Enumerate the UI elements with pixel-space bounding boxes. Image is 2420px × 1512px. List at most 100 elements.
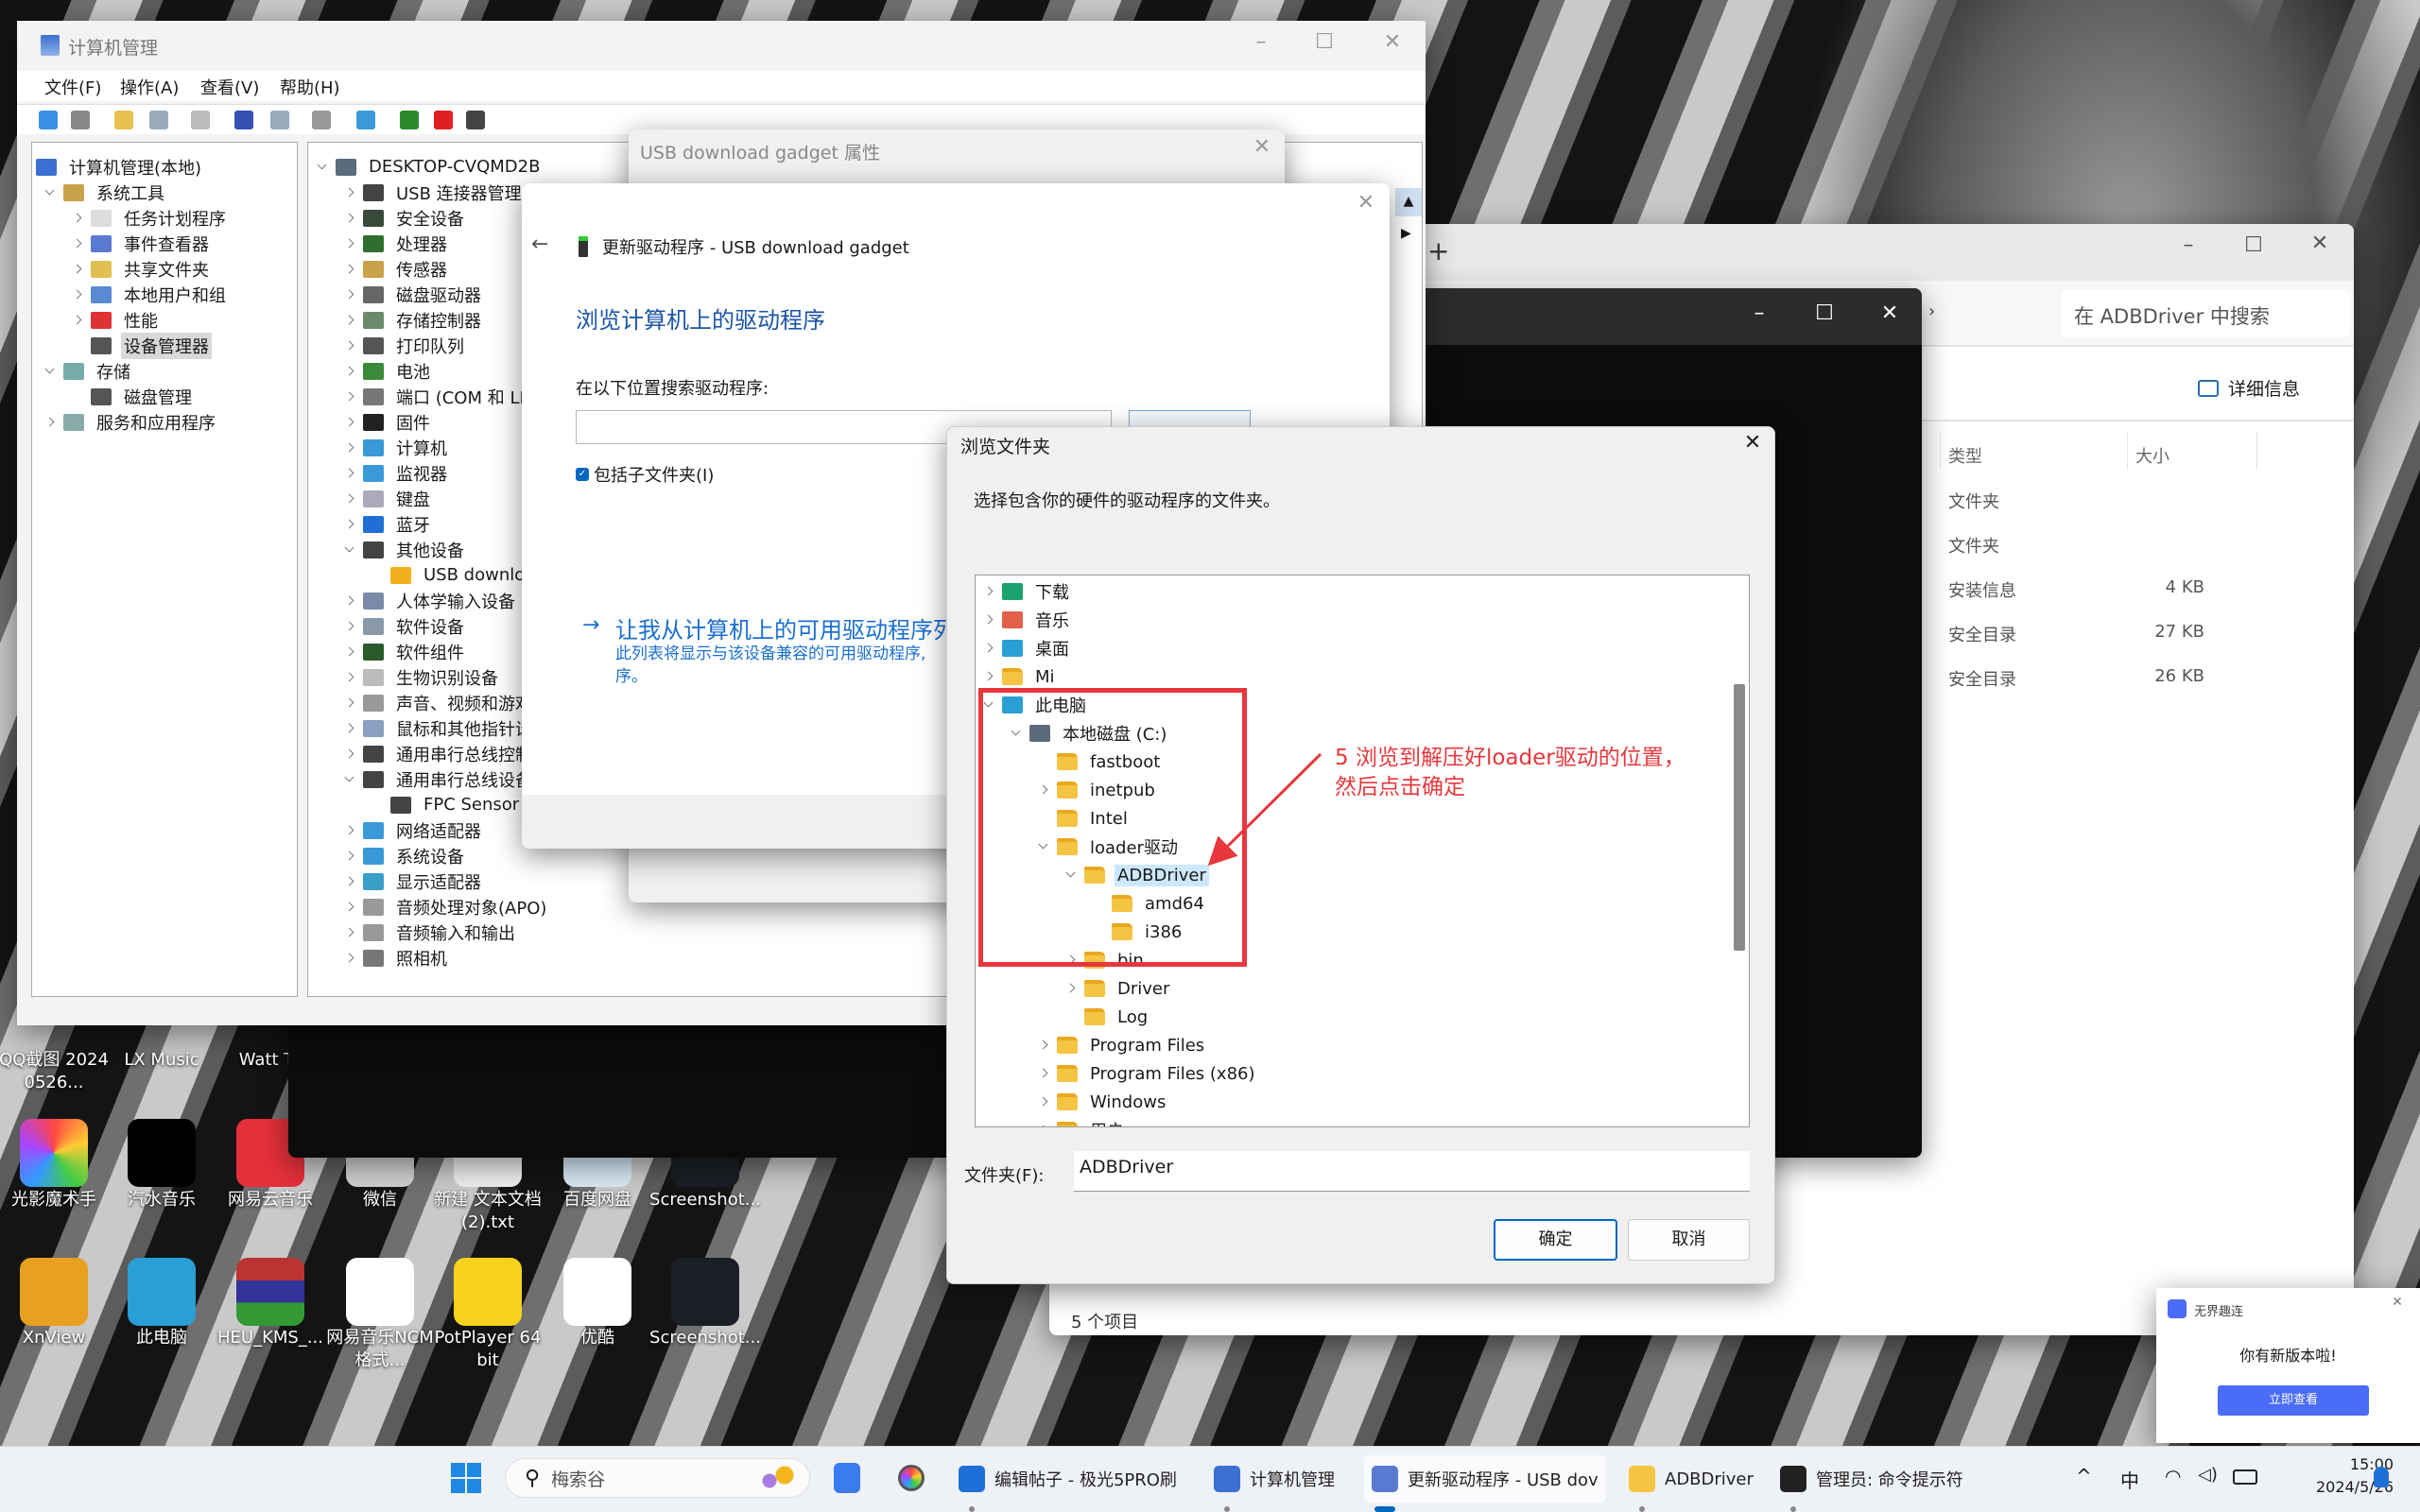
desktop-icon-label[interactable]: 百度网盘 [541,1189,654,1211]
chevron-right-icon[interactable] [68,234,87,253]
desktop-icon-label[interactable]: HEU_KMS_... [214,1327,327,1349]
desktop-icon-label[interactable]: 网易云音乐 [214,1189,327,1211]
chevron-down-icon[interactable] [340,541,359,559]
tray-overflow-icon[interactable]: ^ [2076,1465,2092,1487]
chevron-right-icon[interactable] [340,719,359,738]
desktop-icon-label[interactable]: LX Music [105,1049,218,1072]
chevron-right-icon[interactable] [340,413,359,432]
device-tree-item[interactable]: DESKTOP-CVQMD2B [313,154,543,180]
maximize-button[interactable]: ☐ [2235,235,2273,256]
device-tree-item[interactable]: FPC Sensor C [368,792,540,817]
chevron-down-icon[interactable] [41,362,60,381]
device-tree-item[interactable]: 其他设备 [340,537,467,562]
chevron-right-icon[interactable] [41,413,60,432]
chevron-right-icon[interactable] [340,260,359,279]
chevron-right-icon[interactable] [68,285,87,304]
screenshot-file-icon[interactable] [671,1258,739,1326]
file-row[interactable]: 安全目录 26 KB [1940,657,2261,695]
device-tree-item[interactable]: 处理器 [340,231,450,256]
taskbar-app[interactable]: 管理员: 命令提示符 [1780,1455,1963,1503]
ok-button[interactable]: 确定 [1494,1219,1617,1261]
chevron-right-icon[interactable] [340,592,359,610]
desktop-icon-label[interactable]: Screenshot... [648,1189,762,1211]
maximize-button[interactable]: ☐ [1305,32,1343,53]
nav-tree-item[interactable]: 磁盘管理 [68,384,195,409]
forward-icon[interactable] [71,111,90,129]
device-tree-item[interactable]: 安全设备 [340,205,467,231]
properties-icon[interactable] [191,111,210,129]
chevron-right-icon[interactable] [340,234,359,253]
chevron-right-icon[interactable] [340,336,359,355]
desktop-icon-label[interactable]: QQ截图 20240526... [0,1049,111,1094]
xnview-icon[interactable] [20,1258,88,1326]
enable-device-icon[interactable] [400,111,419,129]
desktop-icon-label[interactable]: 网易音乐NCM格式... [323,1327,437,1372]
device-tree-item[interactable]: 监视器 [340,460,450,486]
desktop-icon-label[interactable]: PotPlayer 64 bit [431,1327,544,1372]
neo-imaging-icon[interactable] [20,1119,88,1187]
potplayer-icon[interactable] [454,1258,522,1326]
nav-tree-item[interactable]: 服务和应用程序 [41,409,218,435]
chevron-right-icon[interactable] [340,949,359,968]
battery-icon[interactable] [2233,1469,2257,1485]
close-button[interactable]: ✕ [1374,32,1411,53]
menu-item[interactable]: 查看(V) [200,75,259,99]
show-hide-tree-icon[interactable] [149,111,168,129]
column-size[interactable]: 大小 [2127,432,2257,470]
checkbox-checked-icon[interactable]: ✓ [576,468,589,481]
chevron-right-icon[interactable] [340,745,359,764]
chevron-right-icon[interactable] [340,515,359,534]
disable-device-icon[interactable] [466,111,485,129]
minimize-button[interactable]: – [2169,235,2207,256]
file-row[interactable]: 安装信息 4 KB [1940,568,2261,606]
desktop-icon-label[interactable]: 新建 文本文档 (2).txt [431,1189,544,1234]
chevron-right-icon[interactable] [340,643,359,662]
taskbar-app[interactable]: 更新驱动程序 - USB dov [1364,1455,1606,1503]
taskbar-app[interactable]: 编辑帖子 - 极光5PRO刷 [959,1455,1177,1503]
nav-tree-item[interactable]: 事件查看器 [68,231,212,256]
device-tree-item[interactable]: 鼠标和其他指针设 [340,715,535,741]
pick-driver-link[interactable]: 让我从计算机上的可用驱动程序列 [615,611,956,644]
nav-tree-item[interactable]: 系统工具 [41,180,167,205]
folder-input[interactable]: ADBDriver [1074,1151,1750,1192]
device-tree-item[interactable]: USB 连接器管理器 [340,180,542,205]
include-subfolders-checkbox[interactable]: ✓ 包括子文件夹(I) [576,462,714,487]
device-tree-item[interactable]: 传感器 [340,256,450,282]
ime-indicator[interactable]: 中 [2120,1466,2139,1493]
nav-tree-item[interactable]: 存储 [41,358,133,384]
youku-icon[interactable] [563,1258,631,1326]
close-button[interactable]: ✕ [1871,303,1909,324]
device-tree-item[interactable]: 蓝牙 [340,511,433,537]
chevron-right-icon[interactable] [340,872,359,891]
ncm-converter-icon[interactable] [346,1258,414,1326]
file-row[interactable]: 文件夹 [1940,524,2261,561]
chevron-right-icon[interactable] [340,183,359,202]
chevron-down-icon[interactable] [313,158,332,177]
search-input[interactable]: 在 ADBDriver 中搜索 [2061,290,2350,337]
chevron-right-icon[interactable] [340,694,359,713]
color-wheel-app-icon[interactable] [898,1465,925,1491]
device-tree-item[interactable]: 通用串行总线设备 [340,766,535,792]
qishui-music-icon[interactable] [128,1119,196,1187]
wifi-icon[interactable]: ◠ [2165,1465,2181,1487]
device-tree-item[interactable]: 打印队列 [340,333,467,358]
nav-tree-item[interactable]: 共享文件夹 [68,256,212,282]
chevron-right-icon[interactable] [68,260,87,279]
close-button[interactable]: ✕ [1347,193,1385,214]
device-tree-item[interactable]: 系统设备 [340,843,467,868]
back-arrow-icon[interactable]: ← [531,232,548,256]
back-icon[interactable] [39,111,58,129]
device-tree-item[interactable]: 音频输入和输出 [340,919,518,945]
desktop-icon-label[interactable]: Screenshot... [648,1327,762,1349]
taskbar-app[interactable]: ADBDriver [1629,1455,1754,1503]
desktop-icon-label[interactable]: 优酷 [541,1327,654,1349]
volume-icon[interactable]: ◁) [2198,1465,2218,1485]
new-tab-button[interactable]: + [1427,235,1449,266]
device-tree-item[interactable]: 人体学输入设备 [340,588,518,613]
desktop-icon-label[interactable]: 此电脑 [105,1327,218,1349]
cancel-button[interactable]: 取消 [1628,1219,1750,1261]
close-button[interactable]: ✕ [2388,1296,2407,1309]
maximize-button[interactable]: ☐ [1806,303,1843,324]
file-row[interactable]: 安全目录 27 KB [1940,612,2261,650]
update-driver-icon[interactable] [312,111,331,129]
